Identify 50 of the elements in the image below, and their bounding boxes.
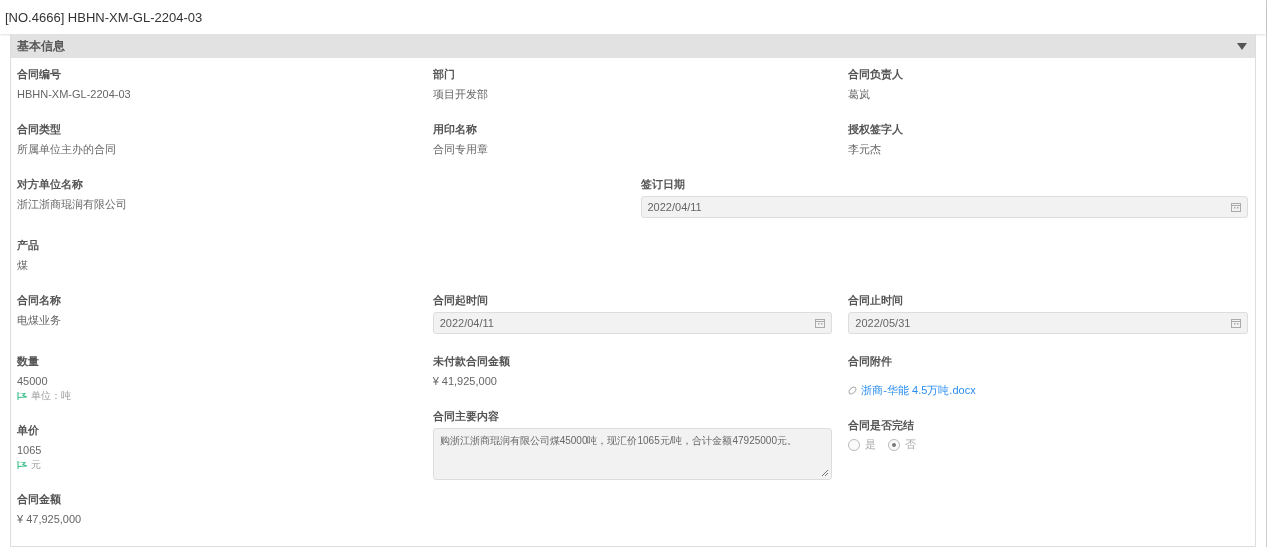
unit-note: 元 (31, 458, 41, 472)
field-value: 1065 (17, 443, 43, 458)
field-value: 项目开发部 (432, 87, 489, 102)
date-field[interactable]: 2022/04/11 (432, 312, 833, 334)
window-title: [NO.4666] HBHN-XM-GL-2204-03 (5, 9, 203, 25)
section-title: 基本信息 (17, 37, 65, 55)
field-value: 合同专用章 (432, 142, 489, 157)
field-value: 李元杰 (848, 142, 883, 157)
field-value: 电煤业务 (17, 313, 62, 328)
flag-icon (17, 460, 28, 470)
field-label: 产品 (17, 238, 40, 253)
field-label: 数量 (17, 354, 40, 369)
paperclip-icon (848, 386, 858, 395)
field-label: 合同止时间 (848, 293, 905, 308)
attachment-link[interactable]: 浙商-华能 4.5万吨.docx (861, 383, 976, 398)
field-value: 浙江浙商琨润有限公司 (17, 197, 128, 212)
field-label: 用印名称 (432, 122, 478, 137)
field-label: 合同类型 (17, 122, 62, 137)
flag-icon (17, 391, 28, 401)
field-value: 所属单位主办的合同 (17, 142, 117, 157)
field-value: HBHN-XM-GL-2204-03 (17, 87, 132, 102)
field-label: 合同名称 (17, 293, 62, 308)
calendar-icon (815, 318, 826, 328)
field-label: 合同编号 (17, 67, 62, 82)
field-label: 合同附件 (848, 354, 894, 369)
field-value: ¥ 47,925,000 (17, 512, 83, 527)
calendar-icon (1231, 202, 1241, 212)
field-label: 单价 (17, 423, 40, 438)
calendar-icon (1231, 318, 1241, 328)
text-area[interactable]: 购浙江浙商琨润有限公司煤45000吨，现汇价1065元/吨，合计金额47925000元。 (432, 428, 833, 480)
resize-handle-icon (821, 469, 829, 476)
field-value: ¥ 41,925,000 (432, 374, 498, 389)
field-label: 合同是否完结 (848, 418, 916, 433)
unit-note: 单位：吨 (31, 389, 71, 403)
field-label: 合同负责人 (848, 67, 905, 82)
collapse-caret-icon[interactable] (1237, 42, 1247, 50)
field-label: 授权签字人 (848, 122, 905, 137)
field-label: 合同起时间 (432, 293, 489, 308)
section-header[interactable]: 基本信息 (11, 34, 1255, 58)
field-label: 对方单位名称 (17, 177, 84, 192)
field-value: 葛岚 (848, 87, 872, 102)
field-value: 煤 (17, 258, 29, 273)
field-label: 签订日期 (640, 177, 686, 192)
field-label: 未付款合同金额 (432, 354, 511, 369)
date-field[interactable]: 2022/05/31 (848, 312, 1248, 334)
date-field[interactable]: 2022/04/11 (640, 196, 1248, 218)
field-label: 部门 (432, 67, 456, 82)
field-label: 合同金额 (17, 492, 62, 507)
field-label: 合同主要内容 (432, 409, 500, 424)
field-value: 45000 (17, 374, 49, 389)
